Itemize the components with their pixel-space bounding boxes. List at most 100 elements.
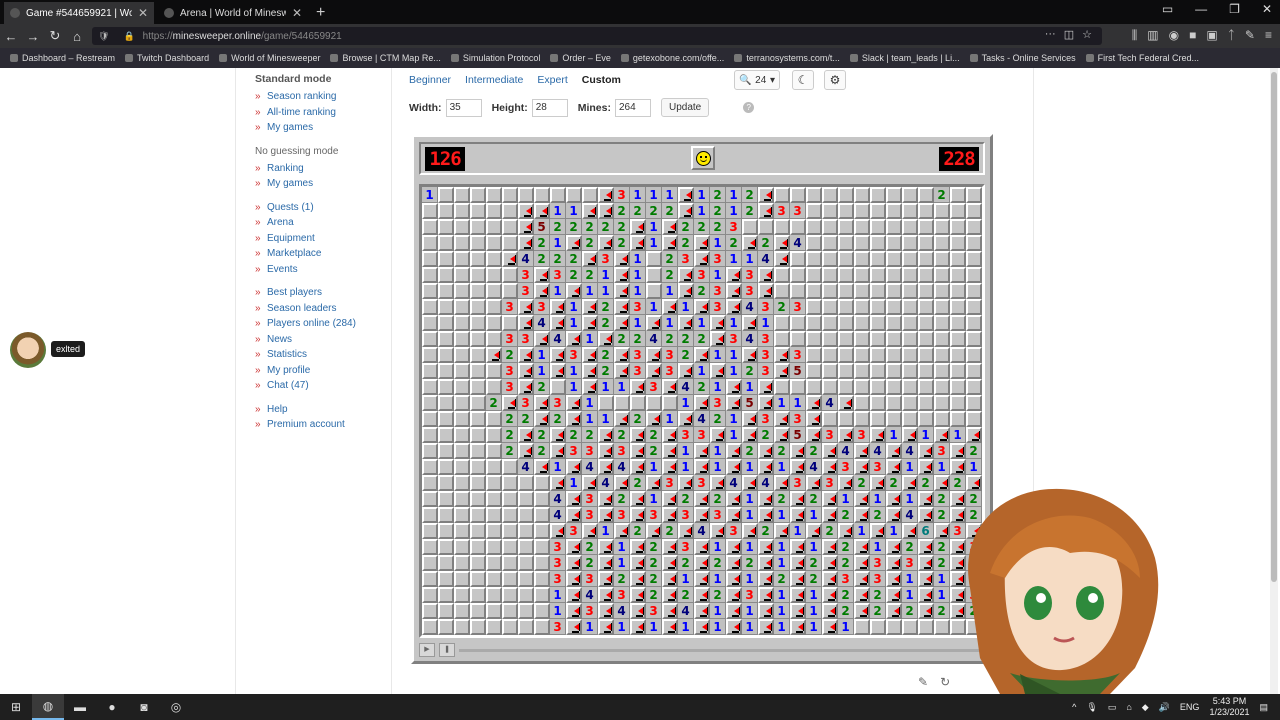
- cell-flag[interactable]: [694, 603, 710, 619]
- cell-closed[interactable]: [422, 539, 438, 555]
- cell-number[interactable]: 3: [710, 251, 726, 267]
- cell-flag[interactable]: [790, 443, 806, 459]
- cell-flag[interactable]: [582, 475, 598, 491]
- cell-flag[interactable]: [694, 491, 710, 507]
- cell-flag[interactable]: [582, 379, 598, 395]
- cell-number[interactable]: 4: [534, 315, 550, 331]
- cell-number[interactable]: 2: [806, 571, 822, 587]
- cell-number[interactable]: 4: [790, 235, 806, 251]
- cell-closed[interactable]: [950, 331, 966, 347]
- cell-closed[interactable]: [534, 491, 550, 507]
- cell-number[interactable]: 2: [774, 443, 790, 459]
- cell-closed[interactable]: [422, 411, 438, 427]
- cell-number[interactable]: 3: [502, 379, 518, 395]
- cell-number[interactable]: 2: [550, 251, 566, 267]
- cell-closed[interactable]: [534, 539, 550, 555]
- cell-number[interactable]: 3: [790, 475, 806, 491]
- cell-flag[interactable]: [854, 555, 870, 571]
- cell-flag[interactable]: [710, 475, 726, 491]
- cell-number[interactable]: 2: [774, 491, 790, 507]
- cell-number[interactable]: 1: [742, 571, 758, 587]
- cell-closed[interactable]: [966, 379, 982, 395]
- cell-flag[interactable]: [854, 603, 870, 619]
- cell-closed[interactable]: [534, 187, 550, 203]
- cell-number[interactable]: 4: [838, 443, 854, 459]
- cell-closed[interactable]: [886, 347, 902, 363]
- cell-closed[interactable]: [502, 571, 518, 587]
- cell-closed[interactable]: [534, 555, 550, 571]
- cell-flag[interactable]: [918, 491, 934, 507]
- cell-closed[interactable]: [870, 379, 886, 395]
- cell-closed[interactable]: [534, 507, 550, 523]
- cell-number[interactable]: 2: [614, 219, 630, 235]
- cell-number[interactable]: 2: [710, 555, 726, 571]
- cell-closed[interactable]: [918, 283, 934, 299]
- cell-flag[interactable]: [534, 395, 550, 411]
- cell-closed[interactable]: [486, 571, 502, 587]
- cell-flag[interactable]: [694, 587, 710, 603]
- cell-number[interactable]: 2: [694, 379, 710, 395]
- cell-flag[interactable]: [662, 299, 678, 315]
- cell-flag[interactable]: [630, 235, 646, 251]
- cell-flag[interactable]: [854, 507, 870, 523]
- cell-closed[interactable]: [838, 187, 854, 203]
- cell-number[interactable]: 2: [966, 443, 982, 459]
- cell-closed[interactable]: [518, 539, 534, 555]
- cell-number[interactable]: 1: [838, 619, 854, 635]
- scrollbar-thumb[interactable]: [1271, 72, 1277, 582]
- cell-flag[interactable]: [630, 603, 646, 619]
- cell-flag[interactable]: [918, 571, 934, 587]
- cell-flag[interactable]: [886, 491, 902, 507]
- cell-number[interactable]: 2: [710, 187, 726, 203]
- cell-closed[interactable]: [918, 267, 934, 283]
- settings-button[interactable]: ⚙: [824, 70, 846, 90]
- cell-closed[interactable]: [870, 251, 886, 267]
- cell-flag[interactable]: [534, 267, 550, 283]
- cell-closed[interactable]: [950, 299, 966, 315]
- cell-closed[interactable]: [806, 203, 822, 219]
- cell-flag[interactable]: [598, 539, 614, 555]
- cell-closed[interactable]: [662, 395, 678, 411]
- cell-closed[interactable]: [470, 603, 486, 619]
- cell-number[interactable]: 2: [646, 555, 662, 571]
- bookmark-item[interactable]: Order – Eve: [550, 53, 611, 63]
- cell-number[interactable]: 2: [710, 491, 726, 507]
- cell-closed[interactable]: [470, 363, 486, 379]
- cell-closed[interactable]: [470, 395, 486, 411]
- sidebar-link[interactable]: Arena: [255, 215, 356, 231]
- cell-closed[interactable]: [918, 379, 934, 395]
- cell-closed[interactable]: [486, 363, 502, 379]
- cell-number[interactable]: 3: [758, 363, 774, 379]
- library-icon[interactable]: ⫼: [1132, 28, 1138, 43]
- cell-flag[interactable]: [646, 411, 662, 427]
- cell-closed[interactable]: [470, 587, 486, 603]
- cell-closed[interactable]: [518, 555, 534, 571]
- cell-number[interactable]: 1: [854, 523, 870, 539]
- picture-in-picture-icon[interactable]: ▭: [1162, 2, 1173, 16]
- cell-number[interactable]: 2: [774, 299, 790, 315]
- cell-closed[interactable]: [838, 283, 854, 299]
- cell-number[interactable]: 3: [518, 331, 534, 347]
- cell-number[interactable]: 4: [518, 459, 534, 475]
- cell-number[interactable]: 2: [694, 283, 710, 299]
- bookmark-item[interactable]: Slack | team_leads | Li...: [849, 53, 960, 63]
- cell-closed[interactable]: [470, 331, 486, 347]
- cell-number[interactable]: 1: [726, 411, 742, 427]
- cell-closed[interactable]: [438, 235, 454, 251]
- cell-closed[interactable]: [582, 187, 598, 203]
- cell-closed[interactable]: [454, 331, 470, 347]
- cell-flag[interactable]: [918, 555, 934, 571]
- cell-flag[interactable]: [806, 411, 822, 427]
- cell-number[interactable]: 2: [710, 411, 726, 427]
- cell-number[interactable]: 2: [662, 523, 678, 539]
- cell-flag[interactable]: [614, 475, 630, 491]
- cell-number[interactable]: 2: [694, 331, 710, 347]
- cell-number[interactable]: 2: [502, 427, 518, 443]
- cell-closed[interactable]: [454, 427, 470, 443]
- cell-flag[interactable]: [822, 555, 838, 571]
- cell-number[interactable]: 1: [694, 363, 710, 379]
- cell-flag[interactable]: [726, 555, 742, 571]
- cell-flag[interactable]: [710, 523, 726, 539]
- cell-closed[interactable]: [838, 267, 854, 283]
- cell-closed[interactable]: [518, 475, 534, 491]
